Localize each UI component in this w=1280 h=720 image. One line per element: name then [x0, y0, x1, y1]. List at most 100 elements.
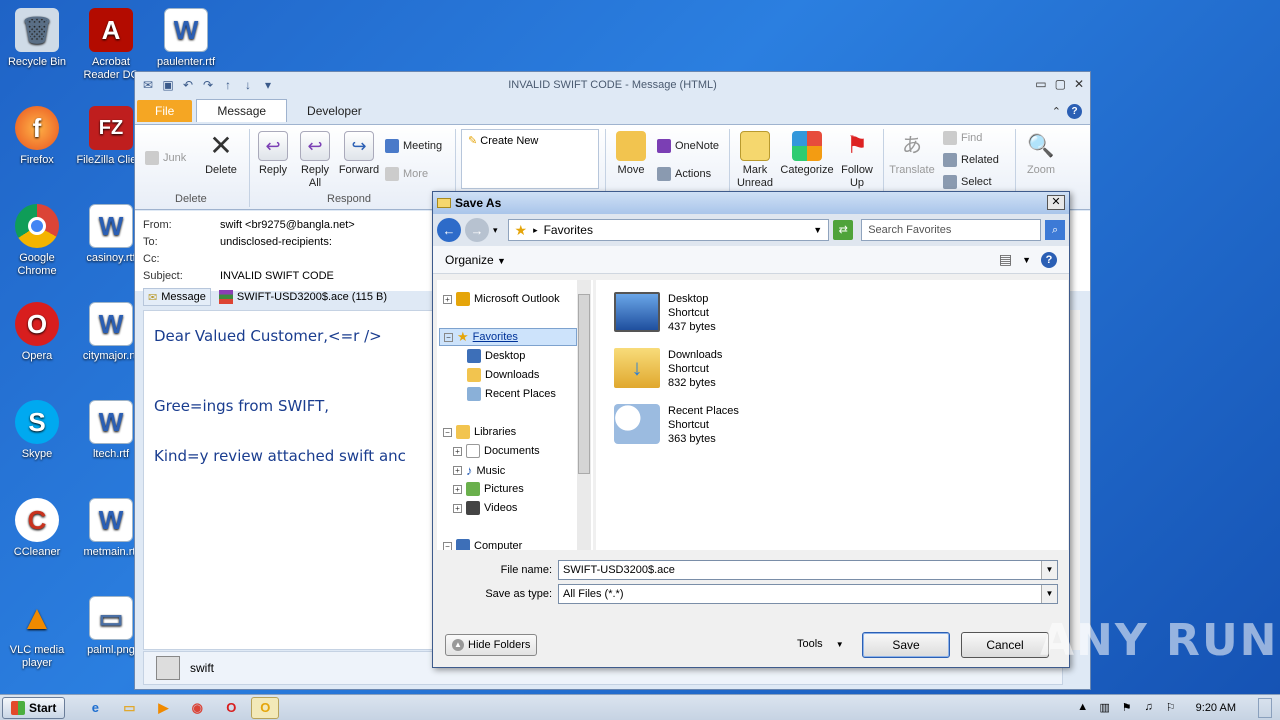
- search-icon[interactable]: ⌕: [1045, 220, 1066, 240]
- select-button[interactable]: Select: [943, 175, 992, 189]
- network-icon[interactable]: ▥: [1098, 701, 1112, 715]
- view-dropdown-icon[interactable]: ▼: [1022, 255, 1031, 265]
- file-name-input[interactable]: SWIFT-USD3200$.ace ▼: [558, 560, 1058, 580]
- forward-button[interactable]: →: [464, 218, 489, 242]
- tree-item-pictures[interactable]: + Pictures: [453, 482, 524, 496]
- tree-item-computer[interactable]: − Computer: [443, 539, 522, 550]
- tab-developer[interactable]: Developer: [287, 100, 382, 122]
- clock[interactable]: 9:20 AM: [1196, 702, 1236, 714]
- expand-icon[interactable]: +: [443, 294, 452, 304]
- reply-all-button[interactable]: ↩ Reply All: [295, 131, 335, 190]
- more-button[interactable]: More: [385, 167, 428, 181]
- attachment-file[interactable]: SWIFT-USD3200$.ace (115 B): [217, 288, 389, 306]
- show-desktop-button[interactable]: [1258, 697, 1272, 718]
- desktop-icon-firefox[interactable]: f Firefox: [0, 106, 74, 167]
- people-pane-name[interactable]: swift: [190, 661, 214, 675]
- desktop-icon-chrome[interactable]: Google Chrome: [0, 204, 74, 278]
- tree-item-favorites[interactable]: − ★ Favorites: [439, 328, 577, 346]
- follow-up-button[interactable]: ⚑ Follow Up: [837, 131, 877, 190]
- taskbar-explorer[interactable]: ▭: [115, 697, 143, 719]
- desktop-icon-ccleaner[interactable]: C CCleaner: [0, 498, 74, 559]
- collapse-icon[interactable]: −: [443, 541, 452, 550]
- tree-item-videos[interactable]: + Videos: [453, 501, 517, 515]
- save-button[interactable]: Save: [862, 632, 950, 658]
- file-item-desktop[interactable]: Desktop Shortcut 437 bytes: [614, 292, 716, 334]
- taskbar-chrome[interactable]: ◉: [183, 697, 211, 719]
- taskbar-media-player[interactable]: ▶: [149, 697, 177, 719]
- taskbar-opera[interactable]: O: [217, 697, 245, 719]
- expand-icon[interactable]: +: [453, 466, 462, 475]
- search-input[interactable]: Search Favorites: [861, 219, 1042, 241]
- tree-item-libraries[interactable]: − Libraries: [443, 425, 516, 439]
- translate-button[interactable]: あ Translate: [887, 131, 937, 177]
- close-icon[interactable]: ✕: [1074, 77, 1084, 91]
- desktop-icon-skype[interactable]: S Skype: [0, 400, 74, 461]
- related-button[interactable]: Related: [943, 153, 999, 167]
- tree-item-documents[interactable]: + Documents: [453, 444, 540, 458]
- tab-message[interactable]: Message: [196, 99, 288, 122]
- forward-button[interactable]: ↪ Forward: [337, 131, 381, 177]
- organize-button[interactable]: Organize ▼: [445, 253, 506, 267]
- tree-item-recent-places[interactable]: Recent Places: [467, 387, 556, 401]
- to-value[interactable]: undisclosed-recipients:: [220, 236, 332, 248]
- tree-item-music[interactable]: + ♪ Music: [453, 463, 505, 478]
- help-icon[interactable]: ?: [1067, 104, 1082, 119]
- volume-icon[interactable]: ♫: [1142, 701, 1156, 715]
- taskbar-outlook[interactable]: O: [251, 696, 280, 719]
- back-button[interactable]: ←: [437, 218, 461, 242]
- tools-button[interactable]: Tools ▼: [797, 638, 844, 650]
- onenote-button[interactable]: OneNote: [657, 139, 719, 153]
- tree-item-downloads[interactable]: Downloads: [467, 368, 539, 382]
- message-attachment-tab[interactable]: ✉ Message: [143, 288, 211, 306]
- junk-button[interactable]: Junk: [145, 151, 186, 165]
- view-options-icon[interactable]: ▤: [999, 251, 1012, 268]
- mark-unread-button[interactable]: Mark Unread: [733, 131, 777, 190]
- action-center-icon[interactable]: ⚑: [1120, 701, 1134, 715]
- desktop-icon-opera[interactable]: O Opera: [0, 302, 74, 363]
- desktop-icon-vlc[interactable]: ▲ VLC media player: [0, 596, 74, 670]
- minimize-icon[interactable]: ▭: [1035, 77, 1046, 91]
- collapse-icon[interactable]: −: [444, 332, 453, 342]
- file-item-recent-places[interactable]: Recent Places Shortcut 363 bytes: [614, 404, 739, 446]
- meeting-button[interactable]: Meeting: [385, 139, 442, 153]
- save-as-type-select[interactable]: All Files (*.*) ▼: [558, 584, 1058, 604]
- zoom-button[interactable]: 🔍 Zoom: [1021, 131, 1061, 177]
- delete-button[interactable]: ✕ Delete: [201, 131, 241, 177]
- show-hidden-icons-icon[interactable]: ▲: [1076, 701, 1090, 715]
- tree-item-microsoft-outlook[interactable]: + Microsoft Outlook: [443, 292, 560, 306]
- address-dropdown-icon[interactable]: ▼: [813, 225, 822, 235]
- move-button[interactable]: Move: [611, 131, 651, 177]
- from-value[interactable]: swift <br9275@bangla.net>: [220, 219, 355, 231]
- cancel-button[interactable]: Cancel: [961, 632, 1049, 658]
- recent-locations-chevron-icon[interactable]: ▾: [493, 225, 498, 236]
- actions-button[interactable]: Actions: [657, 167, 711, 181]
- dialog-close-button[interactable]: ✕: [1047, 195, 1065, 210]
- collapse-icon[interactable]: −: [443, 427, 452, 437]
- scrollbar-thumb[interactable]: [578, 294, 590, 474]
- refresh-button[interactable]: ⇄: [833, 220, 854, 240]
- tree-item-desktop[interactable]: Desktop: [467, 349, 525, 363]
- body-line-3: Kind=y review attached swift anc: [154, 447, 406, 465]
- desktop-icon-recycle-bin[interactable]: 🗑 Recycle Bin: [0, 8, 74, 69]
- address-bar[interactable]: ★ ▸ Favorites ▼: [507, 219, 830, 241]
- tree-scrollbar[interactable]: [577, 280, 591, 550]
- flag-icon[interactable]: ⚐: [1164, 701, 1178, 715]
- file-item-downloads[interactable]: ↓ Downloads Shortcut 832 bytes: [614, 348, 722, 390]
- categorize-button[interactable]: Categorize: [779, 131, 835, 177]
- expand-icon[interactable]: +: [453, 484, 462, 494]
- ribbon-collapse-icon[interactable]: ⌃: [1052, 105, 1061, 118]
- expand-icon[interactable]: +: [453, 446, 462, 456]
- quick-steps-gallery[interactable]: ✎ Create New: [461, 129, 599, 189]
- taskbar-internet-explorer[interactable]: e: [81, 697, 109, 719]
- expand-icon[interactable]: +: [453, 503, 462, 513]
- start-button[interactable]: Start: [2, 696, 66, 719]
- tab-file[interactable]: File: [137, 100, 193, 122]
- desktop-icon-paulenter[interactable]: W paulenter.rtf: [149, 8, 223, 69]
- reply-button[interactable]: ↩ Reply: [253, 131, 293, 177]
- find-button[interactable]: Find: [943, 131, 982, 145]
- hide-folders-button[interactable]: ▲ Hide Folders: [445, 634, 538, 656]
- chevron-down-icon[interactable]: ▼: [1041, 585, 1057, 603]
- chevron-down-icon[interactable]: ▼: [1041, 561, 1057, 579]
- maximize-icon[interactable]: ▢: [1055, 77, 1066, 91]
- help-icon[interactable]: ?: [1041, 251, 1057, 268]
